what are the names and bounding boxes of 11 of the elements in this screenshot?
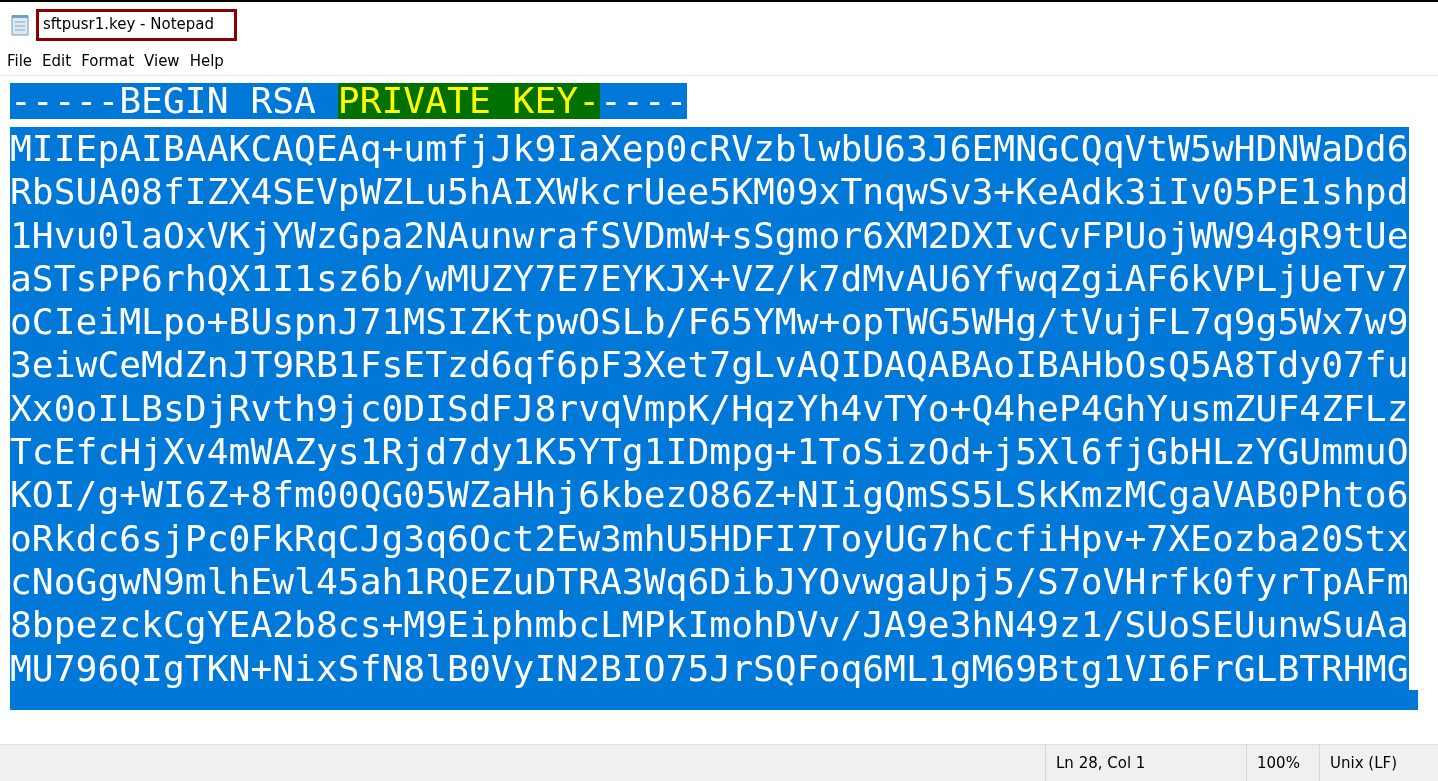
notepad-icon [10,13,30,36]
menu-item[interactable]: Format [76,50,140,72]
window-title: sftpusr1.key - Notepad [36,8,237,41]
line-ending: Unix (LF) [1319,745,1438,781]
highlighted-text: PRIVATE KEY- [337,83,601,119]
menu-item[interactable]: Help [184,50,229,72]
zoom-level: 100% [1246,745,1319,781]
cursor-position: Ln 28, Col 1 [1045,745,1246,781]
menu-item[interactable]: View [139,50,185,72]
menu-item[interactable]: Edit [37,50,77,72]
menu-item[interactable]: File [2,50,38,72]
